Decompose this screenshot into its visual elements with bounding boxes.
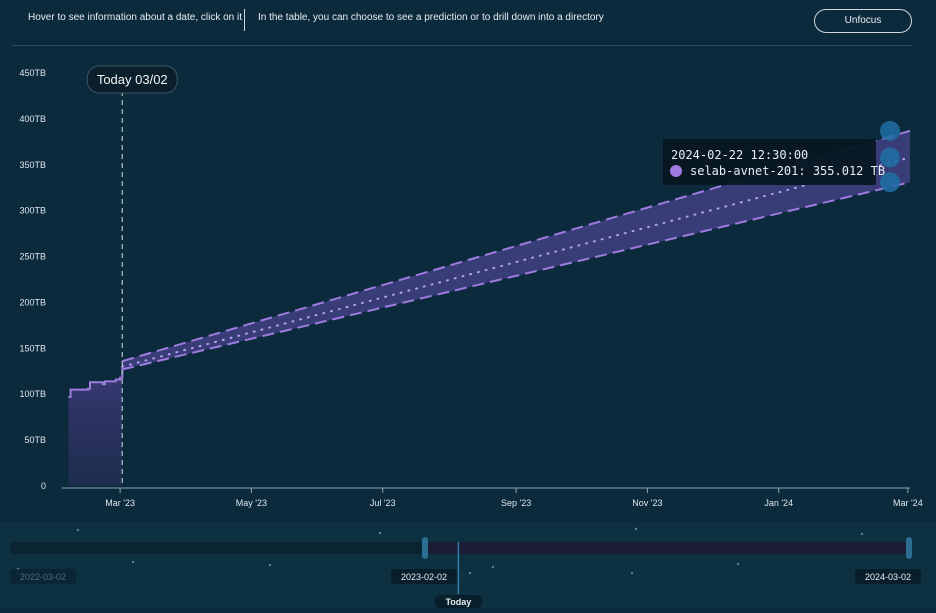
y-tick-label: 300TB xyxy=(19,206,46,216)
table-hint: In the table, you can choose to see a pr… xyxy=(258,12,604,23)
brush-dot xyxy=(634,527,638,531)
brush-handle-end[interactable] xyxy=(906,537,912,559)
brush-dot xyxy=(860,532,864,536)
brush-dot xyxy=(468,571,472,575)
storage-growth-chart[interactable]: 0 50TB 100TB 150TB 200TB 250TB 300TB 350TB 400TB… xyxy=(0,46,936,522)
brush-handle-start[interactable] xyxy=(421,537,428,559)
brush-canvas[interactable]: 2022-03-02 2023-02-02 2024-03-02 Today xyxy=(0,522,936,608)
history-area xyxy=(68,366,123,486)
y-tick-label: 0 xyxy=(41,481,46,491)
hover-tooltip: 2024-02-22 12:30:00 selab-avnet-201: 355.… xyxy=(663,139,885,185)
x-tick-label: Sep '23 xyxy=(501,498,531,508)
y-tick-label: 200TB xyxy=(19,297,46,307)
unfocus-button[interactable]: Unfocus xyxy=(814,9,912,33)
tooltip-box xyxy=(663,139,876,185)
y-tick-label: 100TB xyxy=(19,389,46,399)
timeline-brush[interactable]: 2022-03-02 2023-02-02 2024-03-02 Today xyxy=(0,522,936,608)
y-tick-label: 350TB xyxy=(19,160,46,170)
hint-divider xyxy=(244,9,245,31)
prediction-line xyxy=(121,156,911,368)
brush-selection-start-label: 2023-02-02 xyxy=(401,572,447,582)
tooltip-series-marker xyxy=(670,165,682,177)
x-tick-label: Mar '23 xyxy=(105,498,135,508)
y-tick-label: 150TB xyxy=(19,343,46,353)
brush-dot xyxy=(736,562,740,566)
brush-today-label: Today xyxy=(445,597,471,607)
prediction-upper-point xyxy=(880,120,900,141)
brush-range-start-label: 2022-03-02 xyxy=(20,572,66,582)
y-tick-label: 50TB xyxy=(24,435,46,445)
y-tick-label: 450TB xyxy=(19,68,46,78)
brush-dot xyxy=(76,528,80,532)
x-tick-label: Nov '23 xyxy=(632,498,662,508)
tooltip-value: selab-avnet-201: 355.012 TB xyxy=(690,164,885,178)
brush-dot xyxy=(378,531,382,535)
y-tick-label: 250TB xyxy=(19,252,46,262)
x-tick-label: May '23 xyxy=(236,498,267,508)
hover-hint: Hover to see information about a date, c… xyxy=(28,12,243,23)
chart-header: Hover to see information about a date, c… xyxy=(0,0,936,45)
brush-dot xyxy=(491,565,495,569)
today-label: Today 03/02 xyxy=(97,72,168,87)
x-tick-label: Mar '24 xyxy=(893,498,923,508)
brush-dot xyxy=(268,563,272,567)
x-tick-label: Jan '24 xyxy=(764,498,793,508)
x-tick-label: Jul '23 xyxy=(370,498,396,508)
y-tick-label: 400TB xyxy=(19,114,46,124)
brush-dot xyxy=(630,571,634,575)
brush-dot xyxy=(131,560,135,564)
brush-selection-end-label: 2024-03-02 xyxy=(865,572,911,582)
tooltip-timestamp: 2024-02-22 12:30:00 xyxy=(671,148,808,162)
brush-selection xyxy=(423,542,908,554)
